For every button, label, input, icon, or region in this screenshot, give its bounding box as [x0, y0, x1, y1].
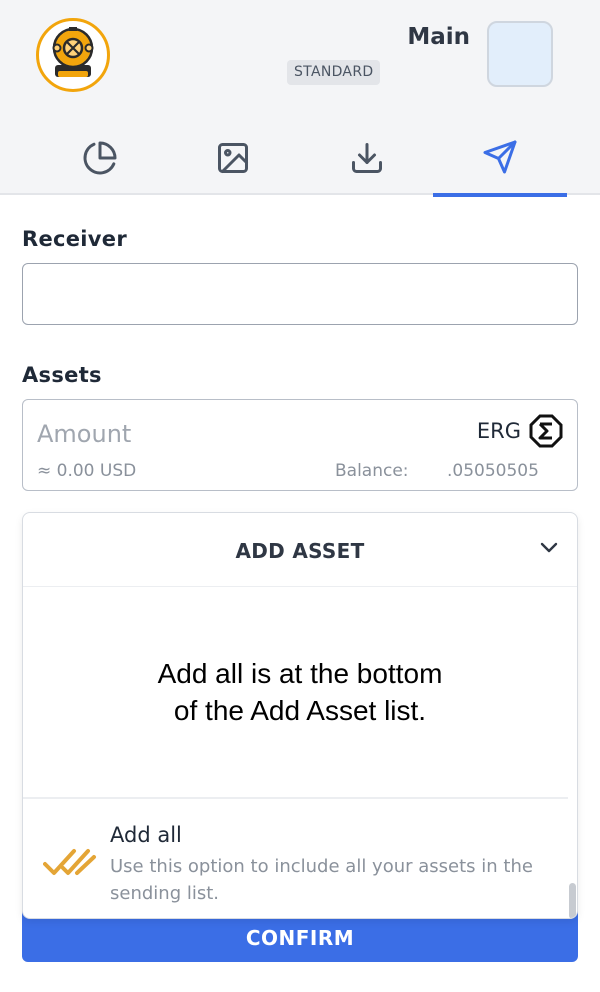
add-all-title: Add all: [110, 823, 182, 847]
wallet-name: Main: [407, 24, 470, 50]
double-check-icon: [43, 849, 96, 875]
usd-value: ≈ 0.00 USD: [37, 461, 137, 481]
balance-label: Balance:: [335, 461, 409, 481]
annotation-line-2: of the Add Asset list.: [173, 695, 427, 726]
add-asset-toggle[interactable]: ADD ASSET: [23, 513, 577, 587]
erg-sigma-icon: [529, 414, 563, 448]
chevron-down-icon: [540, 542, 558, 553]
tab-assets[interactable]: [33, 120, 167, 195]
token-selector[interactable]: ERG: [477, 414, 563, 448]
header: Main STANDARD: [0, 0, 600, 197]
send-icon: [483, 140, 517, 173]
download-icon: [352, 142, 382, 173]
add-asset-title: ADD ASSET: [235, 539, 365, 563]
add-asset-dropdown: ADD ASSET Add all is at the bottom of th…: [22, 512, 578, 919]
wallet-avatar[interactable]: [487, 21, 553, 87]
tab-receive[interactable]: [300, 120, 434, 195]
wallet-type-badge: STANDARD: [287, 60, 381, 85]
diving-helmet-logo: [36, 18, 110, 92]
receiver-input[interactable]: [22, 263, 578, 325]
image-icon: [218, 142, 248, 173]
tab-send[interactable]: [433, 120, 567, 197]
amount-input[interactable]: [37, 416, 437, 452]
pie-chart-icon: [83, 141, 117, 174]
asset-amount-field: ERG ≈ 0.00 USD Balance: .05050505: [22, 399, 578, 491]
add-all-option[interactable]: Add all Use this option to include all y…: [23, 799, 568, 918]
annotation-line-1: Add all is at the bottom: [157, 658, 443, 689]
tab-nfts[interactable]: [166, 120, 300, 195]
balance-value[interactable]: .05050505: [447, 461, 539, 481]
token-name: ERG: [476, 419, 521, 443]
dropdown-scrollbar[interactable]: [569, 883, 576, 918]
add-all-description: Use this option to include all your asse…: [110, 856, 533, 904]
receiver-label: Receiver: [22, 227, 127, 251]
assets-label: Assets: [22, 363, 102, 387]
annotation-text: Add all is at the bottom of the Add Asse…: [23, 655, 577, 729]
